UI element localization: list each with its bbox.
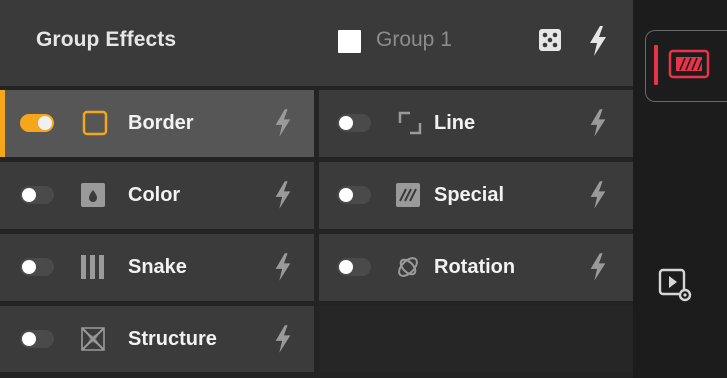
play-settings-icon[interactable] (658, 268, 692, 302)
group-color-swatch[interactable] (338, 30, 361, 53)
effect-label-special: Special (434, 184, 505, 206)
effect-label-structure: Structure (128, 328, 217, 350)
color-drop-icon (81, 183, 105, 207)
toggle-border[interactable] (20, 114, 54, 132)
right-toolbar (633, 0, 727, 378)
toggle-structure[interactable] (20, 330, 54, 348)
effect-label-border: Border (128, 112, 194, 134)
lightning-icon[interactable] (272, 324, 294, 354)
selected-indicator (654, 45, 658, 85)
lightning-icon[interactable] (587, 108, 609, 138)
effect-label-snake: Snake (128, 256, 187, 278)
lightning-icon[interactable] (272, 252, 294, 282)
toggle-line[interactable] (337, 114, 371, 132)
snake-bars-icon (81, 255, 104, 279)
panel-header: Group Effects Group 1 (0, 0, 633, 86)
effect-label-line: Line (434, 112, 476, 134)
effect-label-rotation: Rotation (434, 256, 516, 278)
border-square-icon (82, 110, 108, 136)
effect-structure[interactable]: Structure (0, 306, 314, 372)
lightning-icon[interactable] (272, 180, 294, 210)
empty-slot (319, 306, 633, 372)
group-name[interactable]: Group 1 (376, 28, 452, 52)
effect-special[interactable]: Special (319, 162, 633, 229)
structure-icon (81, 327, 105, 351)
toggle-special[interactable] (337, 186, 371, 204)
striped-badge-icon (668, 49, 710, 79)
lightning-icon[interactable] (586, 25, 610, 57)
layer-button[interactable] (645, 30, 727, 102)
effect-color[interactable]: Color (0, 162, 314, 229)
lightning-icon[interactable] (272, 108, 294, 138)
effect-border[interactable]: Border (0, 90, 314, 157)
toggle-snake[interactable] (20, 258, 54, 276)
effect-line[interactable]: Line (319, 90, 633, 157)
dice-icon[interactable] (538, 28, 562, 52)
effect-snake[interactable]: Snake (0, 234, 314, 301)
special-stripes-icon (396, 183, 420, 207)
toggle-rotation[interactable] (337, 258, 371, 276)
lightning-icon[interactable] (587, 252, 609, 282)
active-indicator (0, 90, 5, 157)
effect-label-color: Color (128, 184, 181, 206)
panel-title: Group Effects (36, 28, 177, 51)
effect-rotation[interactable]: Rotation (319, 234, 633, 301)
lightning-icon[interactable] (587, 180, 609, 210)
group-effects-panel: Group Effects Group 1 Border Line Color … (0, 0, 633, 378)
line-corners-icon (398, 111, 422, 135)
toggle-color[interactable] (20, 186, 54, 204)
rotation-rings-icon (398, 257, 418, 277)
